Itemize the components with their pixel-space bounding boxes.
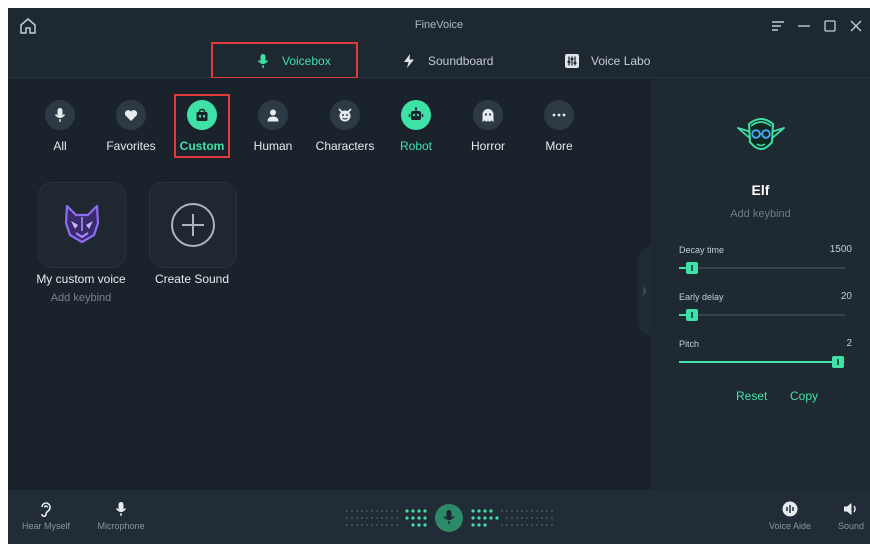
more-dots-icon bbox=[544, 100, 574, 130]
category-label: All bbox=[53, 139, 67, 153]
slider-track[interactable] bbox=[679, 309, 845, 321]
category-label: Characters bbox=[315, 139, 375, 153]
category-label: Horror bbox=[470, 139, 505, 153]
devil-face-icon bbox=[330, 100, 360, 130]
robot-icon bbox=[401, 100, 431, 130]
microphone-label: Microphone bbox=[97, 521, 145, 531]
menu-icon[interactable] bbox=[766, 14, 790, 38]
create-sound-card[interactable] bbox=[149, 182, 237, 268]
voice-aide-icon bbox=[766, 500, 814, 518]
custom-voice-card[interactable] bbox=[38, 182, 126, 268]
card-name: Create Sound bbox=[154, 272, 230, 286]
slider-value: 1500 bbox=[829, 244, 852, 255]
category-label: More bbox=[545, 139, 573, 153]
window-controls bbox=[766, 8, 870, 44]
chevron-right-icon bbox=[643, 286, 647, 296]
title-bar: FineVoice bbox=[8, 8, 870, 44]
voice-content: All Favorites Custom Human Characters Ro… bbox=[8, 78, 652, 490]
slider-thumb[interactable] bbox=[686, 309, 699, 321]
slider-label: Early delay bbox=[679, 292, 724, 302]
heart-icon bbox=[116, 100, 146, 130]
reset-button[interactable]: Reset bbox=[736, 389, 767, 403]
custom-highlight-box bbox=[174, 94, 230, 158]
sound-label: Sound bbox=[838, 521, 865, 531]
level-meter-dots-right bbox=[471, 509, 553, 527]
tab-voice-labo[interactable]: Voice Labo bbox=[563, 44, 650, 77]
hear-myself-label: Hear Myself bbox=[21, 521, 70, 531]
slider-label: Pitch bbox=[679, 339, 700, 349]
category-label: Favorites bbox=[106, 139, 156, 153]
tab-label: Voice Labo bbox=[591, 53, 651, 68]
category-horror[interactable]: Horror bbox=[453, 98, 523, 153]
category-robot[interactable]: Robot bbox=[381, 98, 451, 153]
slider-label: Decay time bbox=[679, 245, 725, 255]
category-more[interactable]: More bbox=[524, 98, 594, 153]
voice-keybind[interactable]: Add keybind bbox=[651, 208, 870, 220]
lightning-icon bbox=[400, 52, 418, 70]
bottom-bar: Hear Myself Microphone Voice Aide Sound bbox=[8, 490, 870, 544]
microphone-icon bbox=[45, 100, 75, 130]
maximize-icon[interactable] bbox=[818, 14, 842, 38]
category-characters[interactable]: Characters bbox=[310, 98, 380, 153]
voice-name: Elf bbox=[751, 182, 770, 198]
level-meter-dots-left bbox=[346, 509, 427, 527]
tab-label: Soundboard bbox=[428, 53, 494, 68]
fox-mask-icon bbox=[61, 203, 103, 250]
category-label: Human bbox=[253, 139, 293, 153]
equalizer-icon bbox=[563, 52, 581, 70]
slider-fill bbox=[679, 361, 839, 363]
input-level-meter bbox=[344, 504, 554, 537]
app-title: FineVoice bbox=[414, 19, 464, 31]
slider-track[interactable] bbox=[679, 262, 845, 274]
card-name: My custom voice bbox=[36, 272, 126, 286]
card-keybind[interactable]: Add keybind bbox=[26, 292, 136, 304]
ear-icon bbox=[18, 500, 74, 518]
speaker-icon bbox=[838, 500, 870, 518]
voice-aide-label: Voice Aide bbox=[768, 521, 812, 531]
category-human[interactable]: Human bbox=[238, 98, 308, 153]
hear-myself-button[interactable]: Hear Myself bbox=[18, 500, 74, 531]
close-icon[interactable] bbox=[844, 14, 868, 38]
microphone-button[interactable]: Microphone bbox=[90, 500, 152, 531]
app-window: FineVoice Voicebox Soundboard Voice Labo… bbox=[8, 8, 870, 544]
tab-bar: Voicebox Soundboard Voice Labo bbox=[8, 44, 870, 78]
mic-toggle-button[interactable] bbox=[435, 504, 463, 532]
category-all[interactable]: All bbox=[25, 98, 95, 153]
microphone-icon bbox=[90, 500, 152, 518]
voice-aide-button[interactable]: Voice Aide bbox=[766, 500, 814, 531]
voicebox-highlight-box bbox=[211, 42, 358, 79]
category-label: Robot bbox=[399, 139, 433, 153]
panel-collapse-handle[interactable] bbox=[638, 246, 652, 336]
sound-button[interactable]: Sound bbox=[838, 500, 870, 531]
voice-settings-panel: Elf Add keybind Decay time 1500 Early de… bbox=[651, 78, 870, 490]
tab-soundboard[interactable]: Soundboard bbox=[400, 44, 493, 77]
plus-circle-icon bbox=[170, 202, 216, 253]
slider-thumb[interactable] bbox=[686, 262, 699, 274]
ghost-icon bbox=[473, 100, 503, 130]
slider-value: 2 bbox=[846, 338, 852, 349]
copy-button[interactable]: Copy bbox=[790, 389, 818, 403]
elf-avatar-icon bbox=[737, 114, 785, 163]
slider-value: 20 bbox=[840, 291, 852, 302]
slider-track[interactable] bbox=[679, 356, 845, 368]
slider-thumb[interactable] bbox=[832, 356, 845, 368]
person-icon bbox=[258, 100, 288, 130]
category-favorites[interactable]: Favorites bbox=[96, 98, 166, 153]
minimize-icon[interactable] bbox=[792, 14, 816, 38]
